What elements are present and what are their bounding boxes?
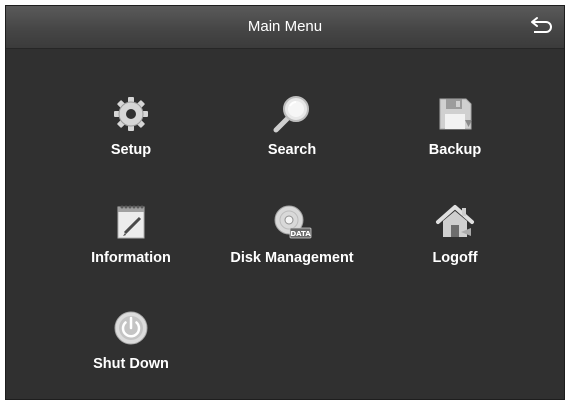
magnifier-icon	[272, 94, 312, 134]
house-icon	[435, 202, 475, 242]
menu-item-label: Disk Management	[230, 250, 354, 266]
menu-item-label: Setup	[110, 142, 152, 158]
menu-item-label: Information	[91, 250, 171, 266]
menu-item-shut-down[interactable]: Shut Down	[46, 308, 216, 398]
notepad-icon	[111, 202, 151, 242]
menu-item-label: Shut Down	[93, 356, 169, 372]
main-menu-screen: Main Menu Setup Search Backup Informatio…	[6, 6, 564, 399]
back-button[interactable]	[528, 14, 554, 40]
gear-icon	[111, 94, 151, 134]
menu-item-label: Backup	[428, 142, 482, 158]
menu-item-information[interactable]: Information	[46, 202, 216, 292]
menu-item-search[interactable]: Search	[207, 94, 377, 184]
floppy-disk-icon	[435, 94, 475, 134]
window-title: Main Menu	[247, 18, 323, 35]
disk-data-icon: DATA	[272, 202, 312, 242]
menu-item-label: Logoff	[432, 250, 478, 266]
menu-item-logoff[interactable]: Logoff	[370, 202, 540, 292]
title-bar: Main Menu	[6, 6, 564, 49]
power-icon	[111, 308, 151, 348]
menu-item-setup[interactable]: Setup	[46, 94, 216, 184]
svg-text:DATA: DATA	[290, 230, 311, 238]
menu-item-disk-management[interactable]: DATA Disk Management	[207, 202, 377, 292]
menu-item-backup[interactable]: Backup	[370, 94, 540, 184]
menu-item-label: Search	[267, 142, 317, 158]
return-arrow-icon	[531, 17, 552, 33]
